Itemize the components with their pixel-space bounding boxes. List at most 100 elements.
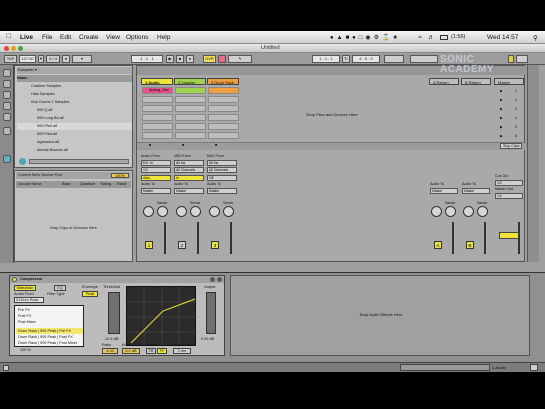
audio-effects-drop-area[interactable]: Drop Audio Effects Here	[230, 275, 530, 356]
minimize-window-icon[interactable]	[11, 46, 16, 51]
menu-edit[interactable]: Edit	[60, 34, 71, 41]
menu-file[interactable]: File	[42, 34, 52, 41]
browser-item[interactable]: Almost Bounce.aif	[17, 147, 132, 154]
knee-value[interactable]: 6.0 dB	[122, 348, 140, 354]
sidechain-toggle[interactable]: Sidechain	[14, 285, 36, 291]
stop-track-icon[interactable]: ■	[149, 143, 151, 147]
model-ff-button[interactable]: FF	[157, 348, 167, 354]
track-title-return-a[interactable]: A Return	[429, 78, 459, 85]
clip-slot[interactable]	[208, 96, 239, 103]
browser-item[interactable]: 909 Q.aif	[17, 107, 132, 114]
compression-graph[interactable]	[126, 286, 197, 347]
draw-mode-icon[interactable]: ✎	[228, 55, 252, 63]
volume-fader[interactable]	[164, 222, 166, 254]
file-browser-1-icon[interactable]	[3, 91, 11, 99]
monitor-off[interactable]: Off	[207, 175, 237, 181]
clock[interactable]: Wed 14:57	[487, 34, 518, 41]
play-icon[interactable]: ▶	[166, 55, 174, 63]
volume-fader[interactable]	[452, 222, 454, 254]
volume-fader[interactable]	[484, 222, 486, 254]
close-window-icon[interactable]	[4, 46, 9, 51]
track-title-return-b[interactable]: B Return	[461, 78, 491, 85]
clip-slot[interactable]	[208, 132, 239, 139]
groove-pool-icon[interactable]	[3, 155, 11, 163]
metronome-icon[interactable]: ●	[62, 55, 70, 63]
plugin-browser-icon[interactable]	[3, 80, 11, 88]
midi-from-select[interactable]: All Ins	[207, 160, 237, 166]
song-position[interactable]: 1 . 1 . 1	[131, 55, 163, 63]
meter-field[interactable]: 4 / 4	[46, 55, 60, 63]
clip-analog-gen[interactable]: Analog_Gen	[142, 87, 173, 94]
wifi-icon[interactable]: ≈	[418, 34, 422, 41]
right-scroll-strip[interactable]	[527, 65, 539, 262]
menu-help[interactable]: Help	[157, 34, 170, 41]
status-slider[interactable]	[400, 364, 490, 371]
audio-to-select[interactable]: Master	[174, 188, 204, 194]
record-icon[interactable]: ●	[186, 55, 194, 63]
send-a-knob[interactable]	[431, 206, 442, 217]
send-b-knob[interactable]	[157, 206, 168, 217]
browser-item[interactable]: Agression.aif	[17, 139, 132, 146]
threshold-value[interactable]: -10.4 dB	[104, 337, 118, 341]
audio-channel-select[interactable]: 1/2	[141, 167, 171, 173]
tempo-field[interactable]: 127.00	[19, 55, 36, 63]
track-activator[interactable]: 3	[211, 241, 219, 249]
send-b-knob[interactable]	[223, 206, 234, 217]
dry-wet-value[interactable]: 100 %	[20, 348, 31, 352]
output-value[interactable]: 0.00 dB	[201, 337, 214, 341]
return-activator[interactable]: B	[466, 241, 474, 249]
track-activator[interactable]: 2	[178, 241, 186, 249]
browser-item[interactable]: Crashes Samples	[17, 83, 132, 90]
stop-track-icon[interactable]: ■	[215, 143, 217, 147]
loop-switch-icon[interactable]: ↻	[342, 55, 350, 63]
audio-to-select[interactable]: Master	[207, 188, 237, 194]
clip-slot[interactable]	[175, 114, 206, 121]
midi-channel-select[interactable]: All Channels	[174, 167, 204, 173]
scene-launch-icon[interactable]: ▶	[500, 98, 503, 102]
clip-slot[interactable]	[208, 114, 239, 121]
clip-slot[interactable]	[142, 123, 173, 130]
lookahead-select[interactable]: 1 ms	[173, 348, 191, 354]
menu-view[interactable]: View	[106, 34, 120, 41]
audio-to-select[interactable]: Master	[141, 188, 171, 194]
browser-item[interactable]: 909 Pilot.aif	[17, 131, 132, 138]
menu-options[interactable]: Options	[126, 34, 148, 41]
clip-slot[interactable]	[142, 114, 173, 121]
sidechain-source-select[interactable]: 3-Drum Rack	[14, 297, 44, 303]
track-title-impulse[interactable]: 2 Impulse	[174, 78, 206, 85]
monitor-in[interactable]: In	[174, 175, 204, 181]
send-a-knob[interactable]	[463, 206, 474, 217]
volume-icon[interactable]: ♬	[428, 34, 435, 41]
clip-slot[interactable]	[142, 132, 173, 139]
file-browser-2-icon[interactable]	[3, 102, 11, 110]
send-a-knob[interactable]	[209, 206, 220, 217]
audio-from-select[interactable]: Ext. In	[141, 160, 171, 166]
device-save-icon[interactable]	[210, 277, 215, 282]
peak-mode-button[interactable]: Peak	[82, 291, 98, 297]
monitor-auto[interactable]: Auto	[141, 175, 171, 181]
stop-icon[interactable]: ■	[176, 55, 184, 63]
cue-out-select[interactable]: 1/2	[495, 180, 523, 186]
scene-launch-icon[interactable]: ▶	[500, 89, 503, 93]
tap-button[interactable]: TAP	[4, 55, 17, 63]
send-a-knob[interactable]	[143, 206, 154, 217]
clip-slot[interactable]	[175, 123, 206, 130]
return-activator[interactable]: A	[434, 241, 442, 249]
clip-slot[interactable]	[175, 132, 206, 139]
threshold-slider[interactable]	[108, 292, 120, 334]
eq-toggle[interactable]: EQ	[54, 285, 66, 291]
clip-slot[interactable]	[208, 123, 239, 130]
audio-to-select[interactable]: Master	[462, 188, 490, 194]
apple-icon[interactable]: 	[6, 33, 11, 40]
app-menu[interactable]: Live	[20, 34, 33, 41]
ratio-value[interactable]: 4.00	[102, 348, 118, 354]
stop-clips-button[interactable]: Stop Clips	[500, 143, 523, 149]
detail-view-toggle-icon[interactable]	[530, 364, 538, 371]
loop-length-field[interactable]: 4 . 0 . 0	[352, 55, 380, 63]
device-power-icon[interactable]	[12, 277, 17, 282]
browser-item[interactable]: Kick Drums 1 Samples	[17, 99, 132, 106]
zoom-window-icon[interactable]	[18, 46, 23, 51]
device-browser-icon[interactable]	[3, 69, 11, 77]
menu-create[interactable]: Create	[79, 34, 99, 41]
track-title-audio[interactable]: 1 Audio	[141, 78, 173, 85]
